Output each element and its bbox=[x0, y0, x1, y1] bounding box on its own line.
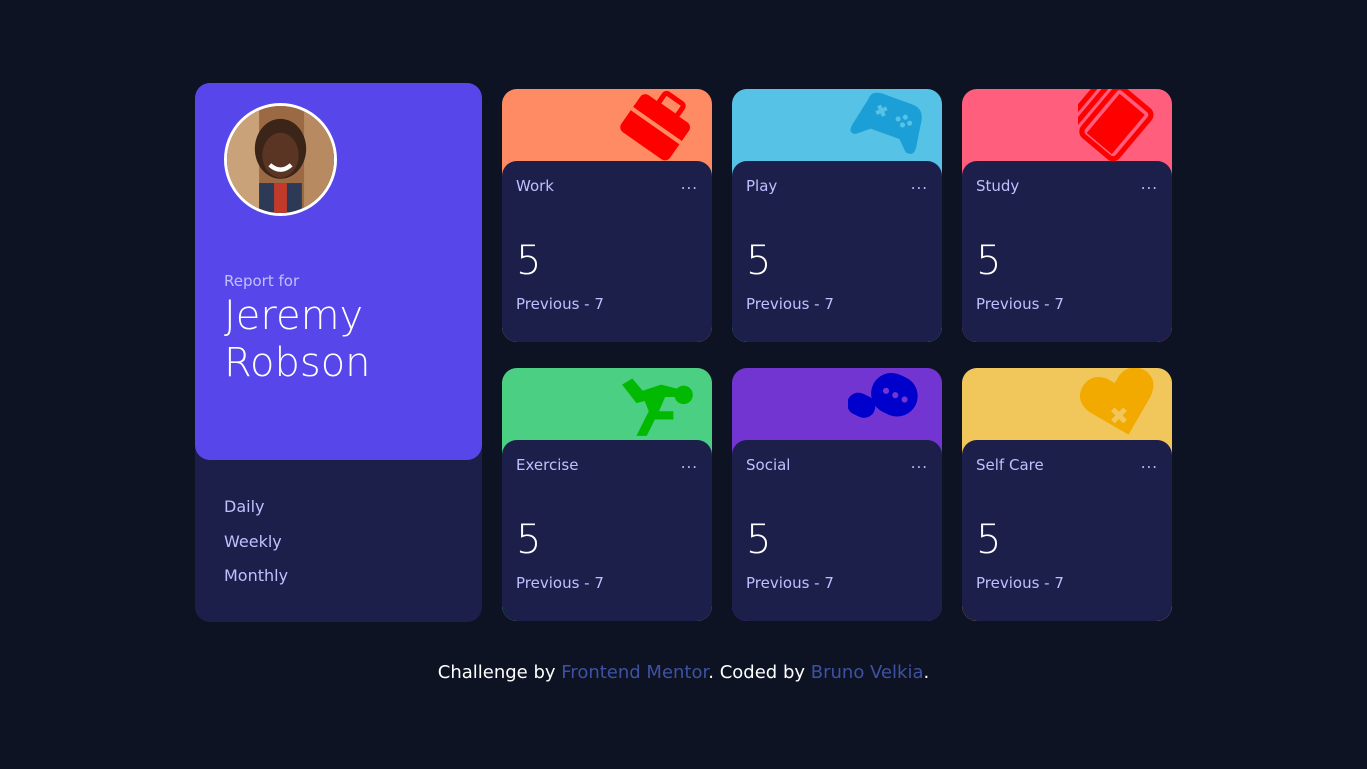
card-current-hours: 5 bbox=[516, 517, 542, 563]
card-menu-button[interactable]: ... bbox=[911, 175, 928, 193]
card-menu-button[interactable]: ... bbox=[681, 175, 698, 193]
card-body: Study ... 5 Previous - 7 bbox=[962, 161, 1172, 342]
card-body: Self Care ... 5 Previous - 7 bbox=[962, 440, 1172, 621]
report-for-label: Report for bbox=[224, 272, 300, 290]
card-previous-hours: Previous - 7 bbox=[516, 295, 604, 313]
card-work: Work ... 5 Previous - 7 bbox=[502, 89, 712, 342]
user-name: Jeremy Robson bbox=[224, 293, 371, 386]
card-current-hours: 5 bbox=[976, 238, 1002, 284]
card-study: Study ... 5 Previous - 7 bbox=[962, 89, 1172, 342]
chat-bubbles-icon bbox=[848, 368, 930, 440]
footer-attribution: Challenge by Frontend Mentor. Coded by B… bbox=[0, 662, 1367, 683]
card-body: Social ... 5 Previous - 7 bbox=[732, 440, 942, 621]
period-weekly[interactable]: Weekly bbox=[224, 531, 288, 566]
card-previous-hours: Previous - 7 bbox=[746, 574, 834, 592]
heart-icon bbox=[1078, 368, 1160, 440]
period-monthly[interactable]: Monthly bbox=[224, 565, 288, 600]
card-title: Self Care bbox=[976, 456, 1044, 474]
footer-prefix: Challenge by bbox=[437, 662, 562, 683]
footer-middle: . Coded by bbox=[708, 662, 811, 683]
author-link[interactable]: Bruno Velkia bbox=[811, 662, 924, 683]
card-previous-hours: Previous - 7 bbox=[976, 574, 1064, 592]
card-previous-hours: Previous - 7 bbox=[516, 574, 604, 592]
card-social: Social ... 5 Previous - 7 bbox=[732, 368, 942, 621]
gamepad-icon bbox=[848, 89, 930, 161]
profile-card: Report for Jeremy Robson Daily Weekly Mo… bbox=[195, 83, 482, 622]
period-selector: Daily Weekly Monthly bbox=[224, 496, 288, 600]
profile-header: Report for Jeremy Robson bbox=[195, 83, 482, 460]
card-previous-hours: Previous - 7 bbox=[976, 295, 1064, 313]
card-current-hours: 5 bbox=[976, 517, 1002, 563]
runner-icon bbox=[618, 368, 700, 440]
frontend-mentor-link[interactable]: Frontend Mentor bbox=[561, 662, 708, 683]
card-menu-button[interactable]: ... bbox=[1141, 454, 1158, 472]
footer-suffix: . bbox=[923, 662, 930, 683]
card-self-care: Self Care ... 5 Previous - 7 bbox=[962, 368, 1172, 621]
card-body: Play ... 5 Previous - 7 bbox=[732, 161, 942, 342]
card-title: Work bbox=[516, 177, 554, 195]
books-icon bbox=[1078, 89, 1160, 161]
card-title: Play bbox=[746, 177, 778, 195]
card-menu-button[interactable]: ... bbox=[911, 454, 928, 472]
card-current-hours: 5 bbox=[516, 238, 542, 284]
briefcase-icon bbox=[618, 89, 700, 161]
card-exercise: Exercise ... 5 Previous - 7 bbox=[502, 368, 712, 621]
card-body: Exercise ... 5 Previous - 7 bbox=[502, 440, 712, 621]
card-play: Play ... 5 Previous - 7 bbox=[732, 89, 942, 342]
card-menu-button[interactable]: ... bbox=[1141, 175, 1158, 193]
card-title: Exercise bbox=[516, 456, 579, 474]
dashboard: Report for Jeremy Robson Daily Weekly Mo… bbox=[0, 0, 1367, 769]
card-previous-hours: Previous - 7 bbox=[746, 295, 834, 313]
period-daily[interactable]: Daily bbox=[224, 496, 288, 531]
avatar bbox=[224, 103, 337, 216]
card-body: Work ... 5 Previous - 7 bbox=[502, 161, 712, 342]
card-title: Study bbox=[976, 177, 1020, 195]
card-current-hours: 5 bbox=[746, 238, 772, 284]
card-current-hours: 5 bbox=[746, 517, 772, 563]
card-title: Social bbox=[746, 456, 791, 474]
avatar-image bbox=[227, 106, 334, 213]
card-menu-button[interactable]: ... bbox=[681, 454, 698, 472]
